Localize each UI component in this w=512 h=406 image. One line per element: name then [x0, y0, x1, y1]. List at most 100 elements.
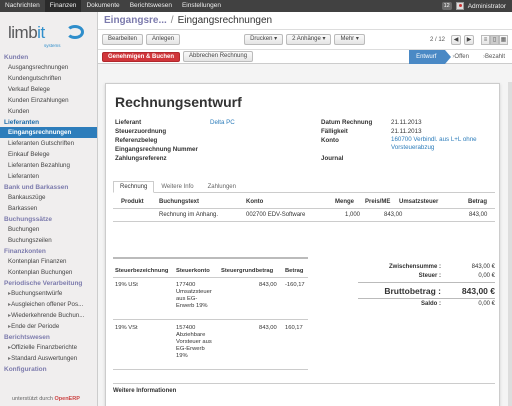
sidebar-item-offizielle-berichte[interactable]: Offizielle Finanzberichte [0, 342, 97, 353]
tax-row-2-base[interactable]: 843,00 [259, 325, 277, 332]
sidebar-item-lieferanten-gutschriften[interactable]: Lieferanten Gutschriften [0, 138, 97, 149]
openerp-link[interactable]: OpenERP [55, 396, 80, 402]
menu-berichtswesen[interactable]: Berichtswesen [125, 0, 177, 12]
logo: limbit systems [0, 12, 97, 52]
sidebar-item-ausgleichen[interactable]: Ausgleichen offener Pos... [0, 299, 97, 310]
sidebar-item-kontenplan-finanzen[interactable]: Kontenplan Finanzen [0, 256, 97, 267]
tab-rechnung[interactable]: Rechnung [113, 181, 155, 193]
avatar[interactable] [455, 2, 464, 10]
prev-record-button[interactable]: ◀ [451, 34, 461, 45]
breadcrumb: Eingangsre... / Eingangsrechnungen [98, 12, 512, 30]
tax-row-2-name[interactable]: 19% VSt [115, 325, 138, 332]
sidebar-item-kundengutschriften[interactable]: Kundengutschriften [0, 73, 97, 84]
account-link[interactable]: 160700 Verbindl. aus L+L ohne Vorsteuera… [391, 136, 477, 151]
form-sheet: Rechnungsentwurf Lieferant Delta PC Steu… [105, 83, 500, 406]
attachments-dropdown[interactable]: 2 Anhänge [286, 34, 332, 45]
tab-zahlungen[interactable]: Zahlungen [201, 181, 243, 193]
col-steuerkonto: Steuerkonto [176, 268, 210, 274]
sidebar-item-lieferanten-bezahlung[interactable]: Lieferanten Bezahlung [0, 160, 97, 171]
sidebar-item-kunden-einzahlungen[interactable]: Kunden Einzahlungen [0, 95, 97, 106]
tax-row-1-base[interactable]: 843,00 [259, 282, 277, 289]
menu-finanzen[interactable]: Finanzen [44, 0, 82, 12]
sidebar-item-eingangsrechnungen[interactable]: Eingangsrechnungen [0, 127, 97, 138]
page-title: Eingangsrechnungen [177, 15, 273, 26]
toolbar: Bearbeiten Anlegen Drucken 2 Anhänge Meh… [98, 30, 512, 50]
sidebar-item-buchungsentwuerfe[interactable]: Buchungsentwürfe [0, 288, 97, 299]
balance-label: Saldo : [420, 301, 441, 307]
top-menu-bar: Nachrichten Finanzen Dokumente Berichtsw… [0, 0, 512, 12]
col-betrag: Betrag [468, 199, 488, 205]
sidebar: limbit systems Kunden Ausgangsrechnungen… [0, 12, 98, 406]
sheet-scroll-area[interactable]: Rechnungsentwurf Lieferant Delta PC Steu… [98, 82, 512, 406]
next-record-button[interactable]: ▶ [464, 34, 474, 45]
col-umsatzsteuer: Umsatzsteuer [399, 199, 439, 205]
col-preis: Preis/ME [365, 199, 391, 205]
tab-weitere-info[interactable]: Weitere Info [154, 181, 200, 193]
scrollbar[interactable] [508, 82, 512, 406]
grid-view-icon[interactable]: ▦ [499, 34, 508, 45]
field-label-journal: Journal [321, 155, 344, 162]
supplier-link[interactable]: Delta PC [210, 119, 235, 126]
sidebar-item-einkauf-belege[interactable]: Einkauf Belege [0, 149, 97, 160]
line-amount[interactable]: 843,00 [469, 212, 487, 218]
cancel-invoice-button[interactable]: Abbrechen Rechnung [183, 51, 254, 62]
user-menu[interactable]: Administrator [468, 3, 506, 10]
form-title: Rechnungsentwurf [115, 94, 242, 110]
tax-value: 0,00 € [478, 273, 495, 279]
tax-row-1-account[interactable]: 177400 Umsatzsteuer aus EG-Erwerb 19% [176, 282, 214, 310]
sidebar-item-ausgangsrechnungen[interactable]: Ausgangsrechnungen [0, 62, 97, 73]
menu-einstellungen[interactable]: Einstellungen [177, 0, 226, 12]
col-steuergrundbetrag: Steuergrundbetrag [221, 268, 274, 274]
logo-swoosh-icon [66, 25, 84, 39]
gross-label: Bruttobetrag : [384, 286, 441, 296]
status-row: Genehmigen & Buchen Abbrechen Rechnung E… [98, 49, 512, 64]
field-label-zahlungsreferenz: Zahlungsreferenz [115, 155, 167, 162]
sidebar-item-wiederkehrende[interactable]: Wiederkehrende Buchun... [0, 310, 97, 321]
sidebar-footer: unterstützt durch OpenERP [0, 392, 97, 406]
line-text[interactable]: Rechnung im Anhang. [159, 212, 218, 218]
pager-counter: 2 / 12 [429, 36, 445, 43]
tax-row-2-account[interactable]: 157400 Abziehbare Vorsteuer aus EG-Erwer… [176, 325, 214, 360]
notes-section[interactable]: Weitere Informationen [113, 383, 495, 394]
approve-and-post-button[interactable]: Genehmigen & Buchen [102, 51, 181, 62]
tax-label: Steuer : [418, 273, 441, 279]
line-qty[interactable]: 1,000 [345, 212, 360, 218]
menu-nachrichten[interactable]: Nachrichten [0, 0, 45, 12]
breadcrumb-parent[interactable]: Eingangsre... [104, 15, 167, 26]
stage-entwurf: Entwurf [409, 49, 452, 64]
create-button[interactable]: Anlegen [146, 34, 181, 45]
sidebar-item-kontenplan-buchungen[interactable]: Kontenplan Buchungen [0, 267, 97, 278]
main-area: Eingangsre... / Eingangsrechnungen Bearb… [98, 12, 512, 406]
gross-value: 843,00 € [461, 286, 495, 296]
notification-badge[interactable]: 12 [441, 2, 452, 10]
stage-bezahlt: Bezahlt [476, 50, 512, 64]
sidebar-item-barkassen[interactable]: Barkassen [0, 203, 97, 214]
field-label-datum-rechnung: Datum Rechnung [321, 119, 373, 126]
invoice-date-value: 21.11.2013 [391, 119, 422, 126]
edit-button[interactable]: Bearbeiten [102, 34, 144, 45]
line-price[interactable]: 843,00 [384, 212, 402, 218]
sidebar-section-kunden: Kunden [4, 54, 29, 61]
sidebar-item-verkauf-belege[interactable]: Verkauf Belege [0, 84, 97, 95]
sidebar-section-bank: Bank und Barkassen [4, 184, 69, 191]
due-date-value: 21.11.2013 [391, 128, 422, 135]
field-label-steuerzuordnung: Steuerzuordnung [115, 128, 167, 135]
print-dropdown[interactable]: Drucken [244, 34, 284, 45]
sidebar-item-lieferanten[interactable]: Lieferanten [0, 171, 97, 182]
sidebar-item-kunden[interactable]: Kunden [0, 106, 97, 117]
form-view-icon[interactable]: ▯ [490, 34, 499, 45]
tax-row-2-amount[interactable]: 160,17 [285, 325, 303, 332]
sidebar-item-ende-periode[interactable]: Ende der Periode [0, 321, 97, 332]
more-dropdown[interactable]: Mehr [334, 34, 365, 45]
menu-dokumente[interactable]: Dokumente [81, 0, 124, 12]
tax-row-1-name[interactable]: 19% USt [115, 282, 138, 289]
sidebar-item-buchungszeilen[interactable]: Buchungszeilen [0, 235, 97, 246]
sidebar-item-standard-auswertungen[interactable]: Standard Auswertungen [0, 353, 97, 364]
col-konto: Konto [246, 199, 264, 205]
tax-row-1-amount[interactable]: -160,17 [285, 282, 305, 289]
subtotal-value: 843,00 € [471, 264, 495, 270]
list-view-icon[interactable]: ≡ [481, 34, 490, 45]
sidebar-item-bankauszuege[interactable]: Bankauszüge [0, 192, 97, 203]
line-account[interactable]: 002700 EDV-Software [246, 212, 305, 218]
sidebar-item-buchungen[interactable]: Buchungen [0, 224, 97, 235]
